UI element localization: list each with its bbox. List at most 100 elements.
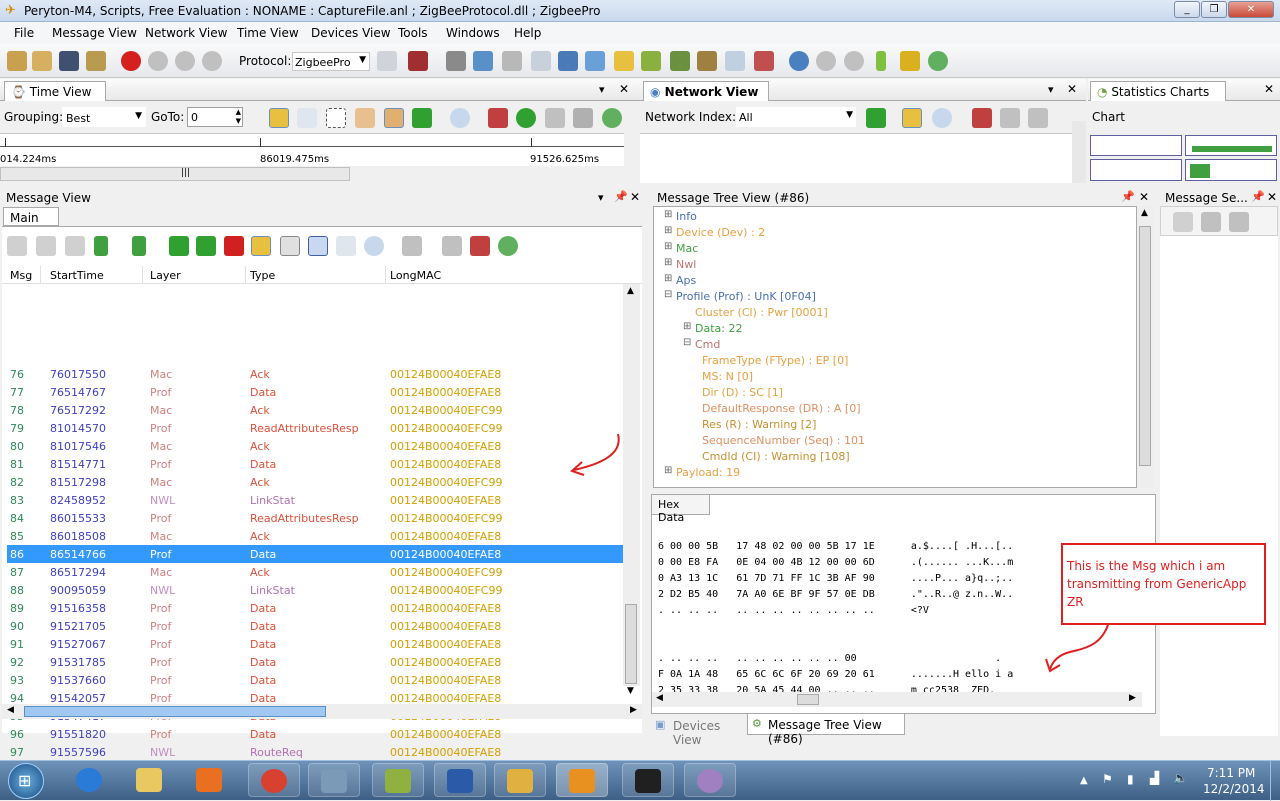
menu-devices-view[interactable]: Devices View xyxy=(311,26,391,40)
package-taskbar-icon[interactable] xyxy=(494,763,546,797)
tree-node[interactable]: MS: N [0] xyxy=(702,370,753,383)
table-row[interactable]: 92 91531785 Prof Data 00124B00040EFAE8 xyxy=(7,653,624,671)
table-row[interactable]: 93 91537660 Prof Data 00124B00040EFAE8 xyxy=(7,671,624,689)
table-row[interactable]: 78 76517292 Mac Ack 00124B00040EFC99 xyxy=(7,401,624,419)
stats-thumbnail-4[interactable] xyxy=(1185,159,1277,181)
protocol-select[interactable]: ZigbeePro ▼ xyxy=(292,52,370,71)
tree-view-pin-icon[interactable]: 📌 xyxy=(1121,190,1135,203)
tree-expander-icon[interactable]: ⊞ xyxy=(664,257,672,268)
stop-icon[interactable] xyxy=(175,51,195,71)
table-row[interactable]: 86 86514766 Prof Data 00124B00040EFAE8 xyxy=(7,545,624,563)
menu-help[interactable]: Help xyxy=(514,26,541,40)
network-signal-icon[interactable]: ▟ xyxy=(1150,771,1159,785)
stats-thumbnail-1[interactable] xyxy=(1090,135,1182,156)
menu-windows[interactable]: Windows xyxy=(446,26,500,40)
arrow-down-icon[interactable] xyxy=(1229,212,1249,232)
tree-node[interactable]: CmdId (CI) : Warning [108] xyxy=(702,450,850,463)
close-button[interactable]: ✕ xyxy=(1228,1,1274,18)
network-index-select[interactable]: All ▼ xyxy=(736,107,856,127)
tab-network-view[interactable]: ◉ Network View xyxy=(643,81,769,101)
clock-icon[interactable] xyxy=(531,51,551,71)
dos-app-taskbar-icon[interactable] xyxy=(622,763,674,797)
tree-node[interactable]: Device (Dev) : 2 xyxy=(676,226,765,239)
tree-node[interactable]: Dir (D) : SC [1] xyxy=(702,386,783,399)
tray-chevron-icon[interactable]: ▲ xyxy=(1080,775,1088,786)
stop-gray-icon[interactable] xyxy=(816,51,836,71)
scroll-thumb[interactable] xyxy=(1139,226,1151,466)
tab-message-tree-view[interactable]: ⚙ Message Tree View (#86) xyxy=(747,714,905,746)
filter-icon[interactable] xyxy=(866,108,886,128)
tree-node[interactable]: Info xyxy=(676,210,697,223)
media-player-taskbar-icon[interactable] xyxy=(184,763,236,797)
h-scroll-thumb[interactable] xyxy=(797,694,819,705)
tools-taskbar-icon[interactable] xyxy=(308,763,360,797)
menu-network-view[interactable]: Network View xyxy=(145,26,227,40)
tree-expander-icon[interactable]: ⊞ xyxy=(664,465,672,476)
tree-node[interactable]: Cluster (Cl) : Pwr [0001] xyxy=(695,306,828,319)
table-row[interactable]: 87 86517294 Mac Ack 00124B00040EFC99 xyxy=(7,563,624,581)
table-row[interactable]: 91 91527067 Prof Data 00124B00040EFAE8 xyxy=(7,635,624,653)
scroll-right-icon[interactable]: ▶ xyxy=(630,705,637,715)
table-horizontal-scrollbar[interactable]: ◀ ▶ xyxy=(2,704,642,719)
anchor-icon[interactable] xyxy=(972,108,992,128)
message-search-pin-icon[interactable]: 📌 xyxy=(1251,190,1265,203)
table-row[interactable]: 85 86018508 Mac Ack 00124B00040EFAE8 xyxy=(7,527,624,545)
scroll-up-icon[interactable]: ▲ xyxy=(627,286,634,296)
tree-expander-icon[interactable]: ⊟ xyxy=(683,337,691,348)
tree-node[interactable]: Data: 22 xyxy=(695,322,742,335)
tree-expander-icon[interactable]: ⊞ xyxy=(664,273,672,284)
menu-time-view[interactable]: Time View xyxy=(237,26,299,40)
maximize-button[interactable]: ❐ xyxy=(1201,1,1227,18)
open-folder-icon[interactable] xyxy=(32,51,52,71)
import-icon[interactable] xyxy=(86,51,106,71)
tree-icon[interactable] xyxy=(670,51,690,71)
zoom-go-icon[interactable] xyxy=(928,51,948,71)
network-canvas[interactable] xyxy=(640,133,1072,183)
magnifier-icon[interactable] xyxy=(725,51,745,71)
h-scroll-thumb[interactable] xyxy=(24,706,326,717)
network-view-close-icon[interactable]: ✕ xyxy=(1067,82,1077,96)
table-row[interactable]: 81 81514771 Prof Data 00124B00040EFAE8 xyxy=(7,455,624,473)
menu-tools[interactable]: Tools xyxy=(398,26,428,40)
tab-hex-data[interactable]: Hex Data xyxy=(652,495,710,524)
show-desktop-button[interactable] xyxy=(1270,761,1280,801)
chrome-taskbar-icon[interactable] xyxy=(248,763,300,797)
grid-icon[interactable] xyxy=(558,51,578,71)
scroll-thumb[interactable] xyxy=(625,604,637,684)
word-taskbar-icon[interactable] xyxy=(434,763,486,797)
table-row[interactable]: 79 81014570 Prof ReadAttributesResp 00124B00… xyxy=(7,419,624,437)
tree-node[interactable]: Nwl xyxy=(676,258,696,271)
message-search-results[interactable] xyxy=(1160,236,1278,736)
table-row[interactable]: 88 90095059 NWL LinkStat 00124B00040EFC99 xyxy=(7,581,624,599)
clock-time[interactable]: 7:11 PM xyxy=(1207,766,1255,780)
table-row[interactable]: 82 81517298 Mac Ack 00124B00040EFC99 xyxy=(7,473,624,491)
swap-icon[interactable] xyxy=(902,108,922,128)
tree-scrollbar[interactable]: ▲ xyxy=(1137,206,1153,488)
tree-node[interactable]: SequenceNumber (Seq) : 101 xyxy=(702,434,865,447)
ie-taskbar-icon[interactable] xyxy=(64,763,116,797)
statistics-close-icon[interactable]: ✕ xyxy=(1264,82,1274,96)
zoom-in-icon[interactable] xyxy=(932,108,952,128)
table-row[interactable]: 97 91557596 NWL RouteReq 00124B00040EFAE8 xyxy=(7,743,624,761)
wrench-icon[interactable] xyxy=(446,51,466,71)
tree-expander-icon[interactable]: ⊟ xyxy=(664,289,672,300)
clock-date[interactable]: 12/2/2014 xyxy=(1203,782,1265,796)
table-row[interactable]: 89 91516358 Prof Data 00124B00040EFAE8 xyxy=(7,599,624,617)
table-row[interactable]: 80 81017546 Mac Ack 00124B00040EFAE8 xyxy=(7,437,624,455)
menu-message-view[interactable]: Message View xyxy=(52,26,137,40)
table-row[interactable]: 76 76017550 Mac Ack 00124B00040EFAE8 xyxy=(7,365,624,383)
tab-statistics-charts[interactable]: ◔ Statistics Charts xyxy=(1090,81,1226,101)
wireless-icon[interactable] xyxy=(789,51,809,71)
tree-expander-icon[interactable]: ⊞ xyxy=(683,321,691,332)
tree-node[interactable]: Res (R) : Warning [2] xyxy=(702,418,816,431)
arrow-up-icon[interactable] xyxy=(1201,212,1221,232)
flag-icon[interactable] xyxy=(585,51,605,71)
tree-node[interactable]: FrameType (FType) : EP [0] xyxy=(702,354,848,367)
table-row[interactable]: 96 91551820 Prof Data 00124B00040EFAE8 xyxy=(7,725,624,743)
explorer-taskbar-icon[interactable] xyxy=(124,763,176,797)
message-search-close-icon[interactable]: ✕ xyxy=(1267,190,1277,204)
scroll-left-icon[interactable]: ◀ xyxy=(7,705,14,715)
scroll-up-icon[interactable]: ▲ xyxy=(1141,208,1148,218)
table-vertical-scrollbar[interactable]: ▲ ▼ xyxy=(623,284,640,696)
tree-expander-icon[interactable]: ⊞ xyxy=(664,225,672,236)
